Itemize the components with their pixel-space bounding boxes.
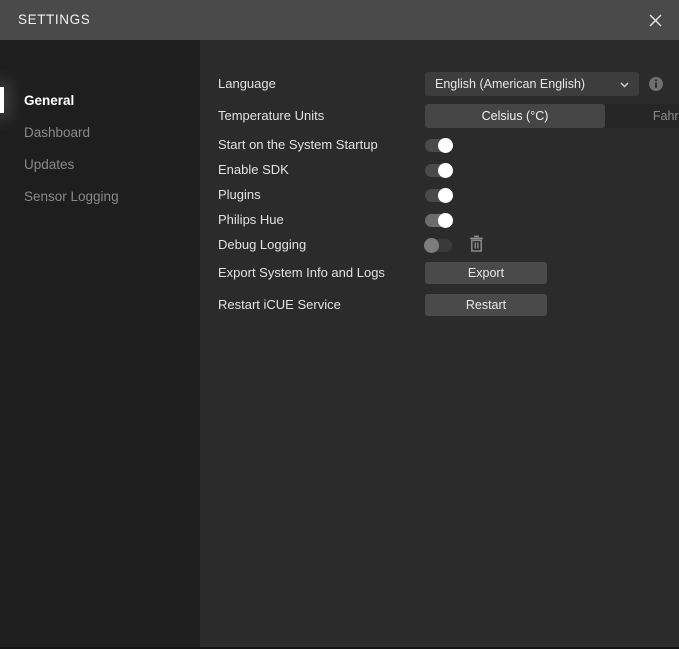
enable-sdk-label: Enable SDK: [218, 162, 289, 177]
sidebar-item-updates[interactable]: Updates: [0, 148, 200, 180]
setting-row-temperature-units: Temperature Units Celsius (°C) Fahrenhei…: [200, 104, 679, 128]
settings-window: SETTINGS General Dashboard Updates Senso…: [0, 0, 679, 649]
language-control: English (American English): [425, 72, 639, 96]
export-button[interactable]: Export: [425, 262, 547, 284]
plugins-label: Plugins: [218, 187, 261, 202]
philips-hue-toggle[interactable]: [425, 213, 453, 228]
window-title: SETTINGS: [18, 12, 91, 27]
sidebar-item-label: Updates: [24, 156, 75, 172]
debug-logging-control: [424, 233, 483, 253]
enable-sdk-toggle[interactable]: [425, 163, 453, 178]
toggle-knob: [424, 238, 439, 253]
info-icon[interactable]: [648, 76, 664, 92]
plugins-toggle[interactable]: [425, 188, 453, 203]
settings-content: Language English (American English) Temp…: [200, 40, 679, 647]
start-on-startup-control: [425, 133, 453, 153]
setting-row-restart-service: Restart iCUE Service Restart: [200, 293, 679, 317]
start-on-startup-label: Start on the System Startup: [218, 137, 378, 152]
segment-celsius[interactable]: Celsius (°C): [425, 104, 605, 128]
close-icon: [649, 14, 661, 26]
temperature-units-label: Temperature Units: [218, 108, 325, 123]
toggle-knob: [438, 163, 453, 178]
enable-sdk-control: [425, 158, 453, 178]
philips-hue-label: Philips Hue: [218, 212, 284, 227]
setting-row-enable-sdk: Enable SDK: [200, 158, 679, 182]
restart-service-label: Restart iCUE Service: [218, 297, 341, 312]
debug-logging-toggle[interactable]: [424, 238, 452, 253]
debug-logging-label: Debug Logging: [218, 237, 307, 252]
sidebar-item-label: General: [24, 92, 75, 108]
sidebar-item-dashboard[interactable]: Dashboard: [0, 116, 200, 148]
setting-row-philips-hue: Philips Hue: [200, 208, 679, 232]
language-select[interactable]: English (American English): [425, 72, 639, 96]
toggle-knob: [438, 213, 453, 228]
setting-row-debug-logging: Debug Logging: [200, 233, 679, 257]
chevron-down-icon: [620, 81, 629, 88]
sidebar-item-sensor-logging[interactable]: Sensor Logging: [0, 180, 200, 212]
window-titlebar: SETTINGS: [0, 0, 679, 40]
setting-row-language: Language English (American English): [200, 72, 679, 96]
sidebar-item-general[interactable]: General: [0, 84, 200, 116]
restart-button[interactable]: Restart: [425, 294, 547, 316]
plugins-control: [425, 183, 453, 203]
settings-sidebar: General Dashboard Updates Sensor Logging: [0, 40, 200, 647]
temperature-units-segmented: Celsius (°C) Fahrenheit (°F): [425, 104, 679, 128]
setting-row-export-logs: Export System Info and Logs Export: [200, 261, 679, 285]
close-button[interactable]: [631, 0, 679, 40]
trash-icon[interactable]: [469, 235, 484, 252]
toggle-knob: [438, 138, 453, 153]
language-label: Language: [218, 76, 276, 91]
sidebar-nav-list: General Dashboard Updates Sensor Logging: [0, 84, 200, 212]
setting-row-start-on-startup: Start on the System Startup: [200, 133, 679, 157]
language-select-value: English (American English): [435, 77, 586, 91]
setting-row-plugins: Plugins: [200, 183, 679, 207]
temperature-units-control: Celsius (°C) Fahrenheit (°F): [425, 104, 679, 128]
export-logs-label: Export System Info and Logs: [218, 265, 385, 280]
segment-fahrenheit[interactable]: Fahrenheit (°F): [605, 104, 679, 128]
sidebar-item-label: Dashboard: [24, 124, 91, 140]
toggle-knob: [438, 188, 453, 203]
philips-hue-control: [425, 208, 453, 228]
start-on-startup-toggle[interactable]: [425, 138, 453, 153]
sidebar-item-label: Sensor Logging: [24, 188, 119, 204]
export-logs-control: Export: [425, 262, 547, 284]
restart-service-control: Restart: [425, 294, 547, 316]
